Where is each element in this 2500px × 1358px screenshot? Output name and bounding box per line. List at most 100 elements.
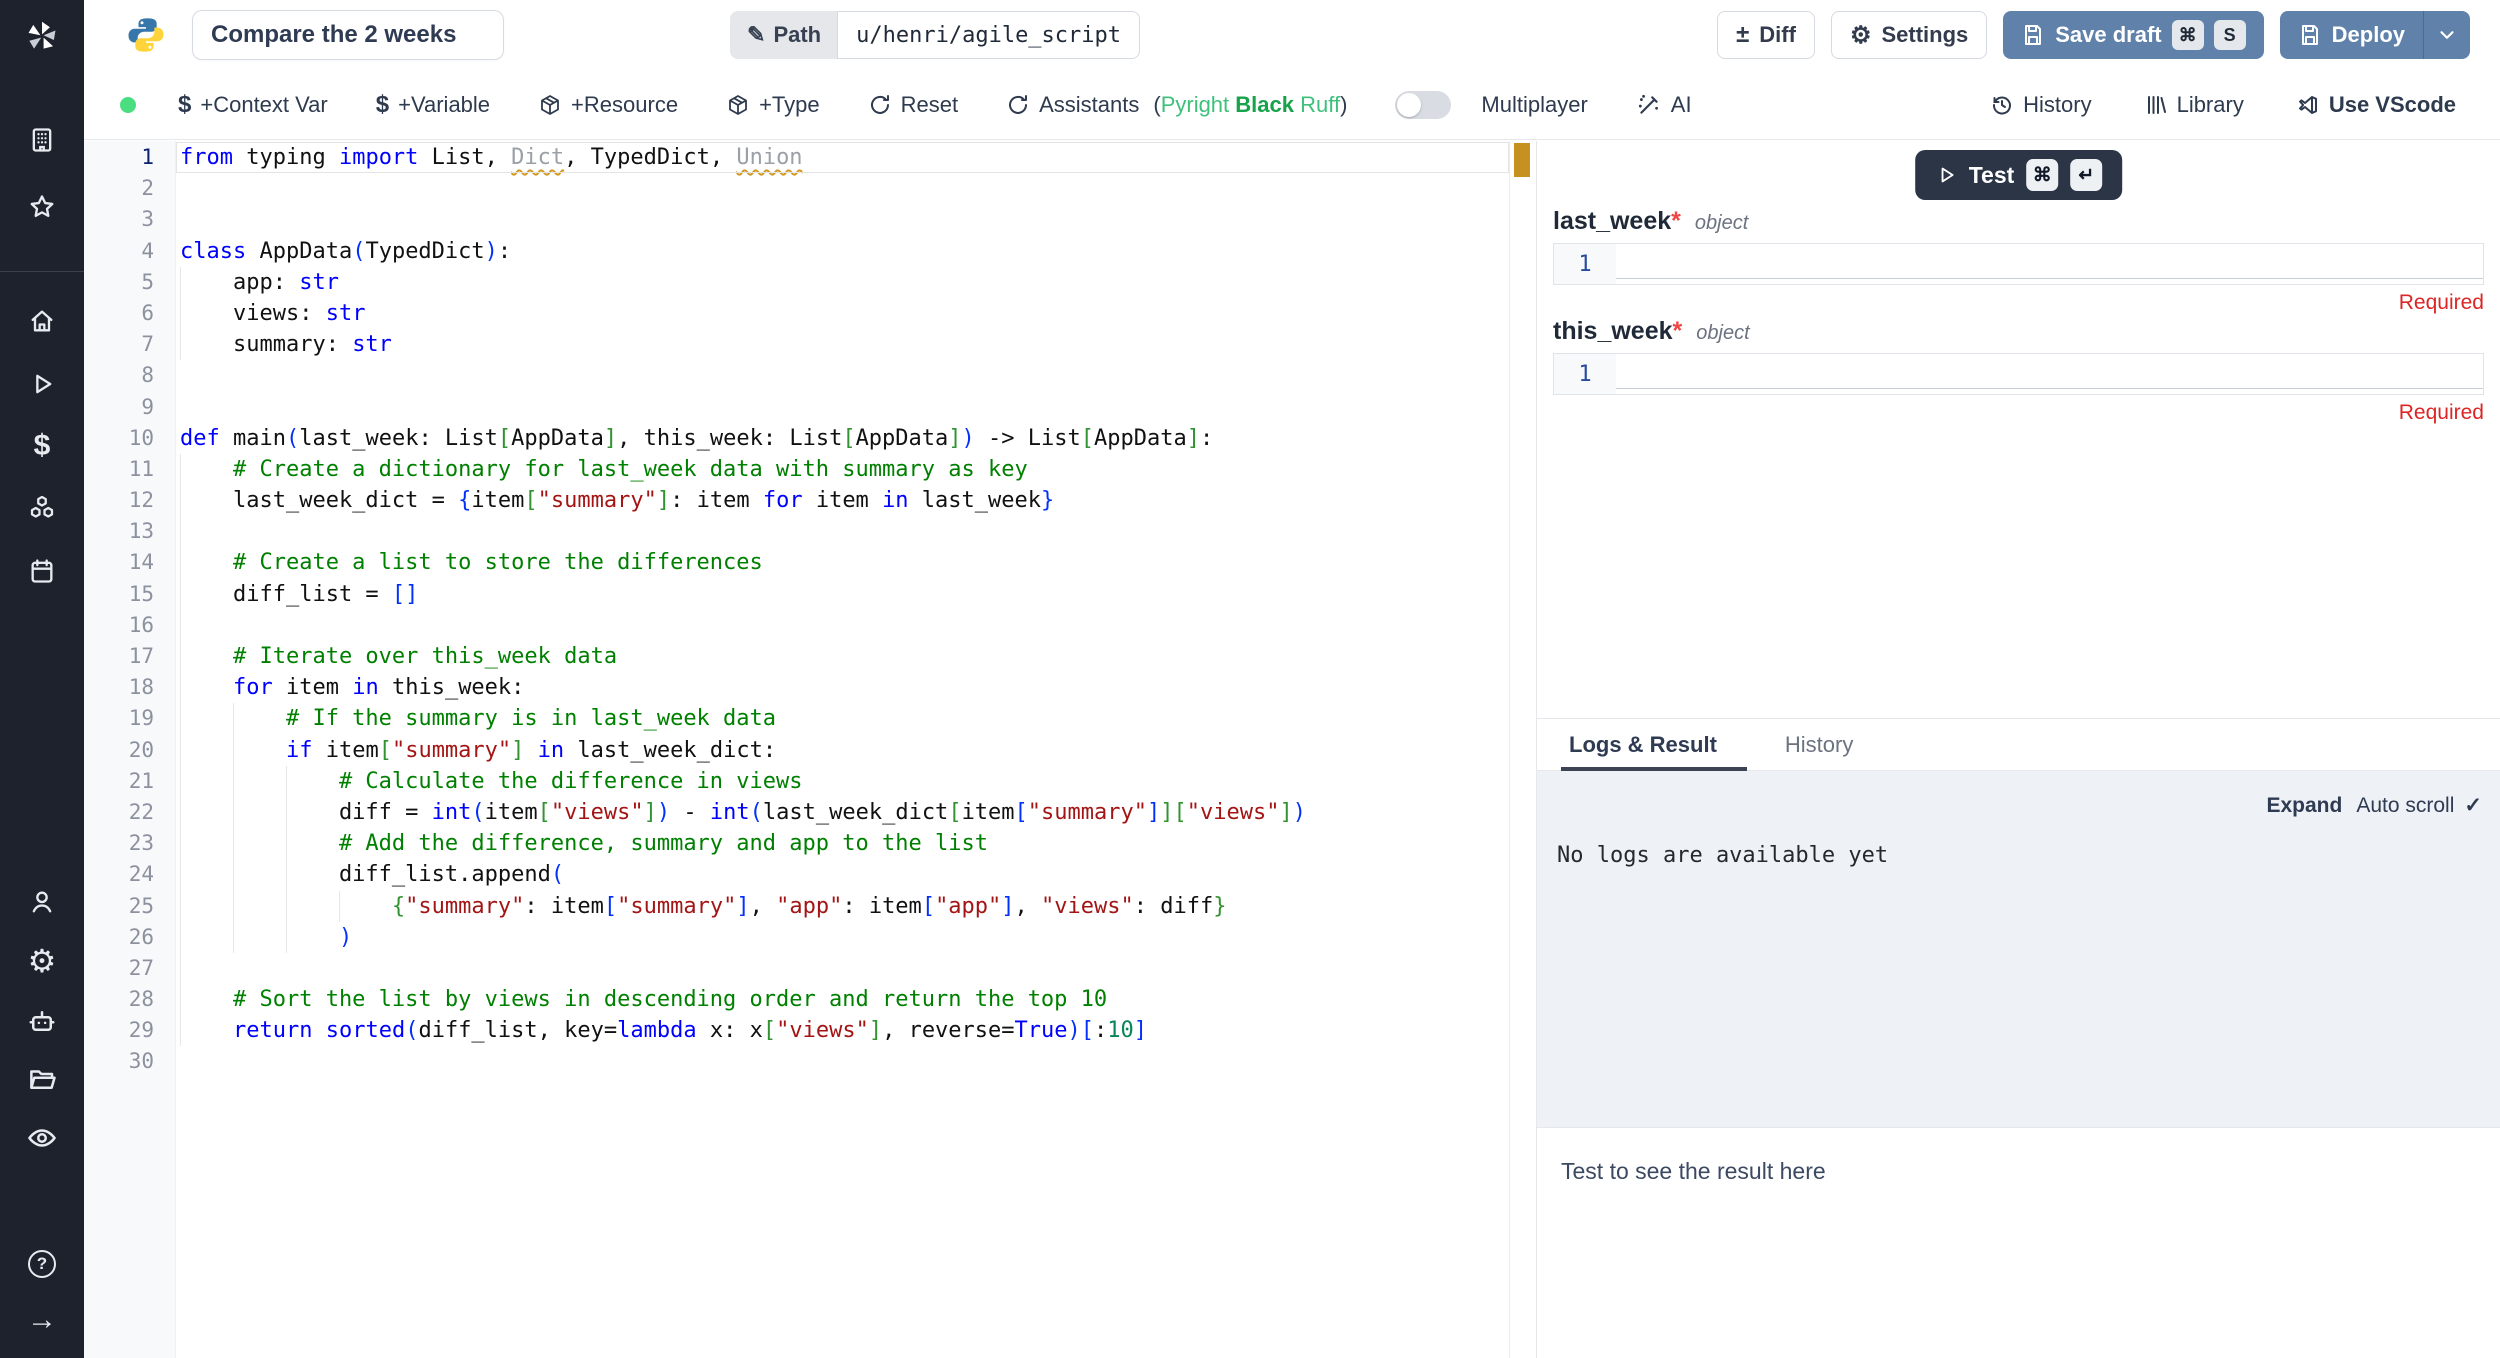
- line-number: 6: [84, 298, 176, 329]
- use-vscode-button[interactable]: Use VScode: [2296, 92, 2456, 118]
- sidebar-item-runs[interactable]: [28, 370, 56, 398]
- sidebar-item-folders[interactable]: [27, 1064, 57, 1094]
- line-number: 9: [84, 392, 176, 423]
- code-line[interactable]: 22 diff = int(item["views"]) - int(last_…: [84, 797, 1509, 828]
- code-line[interactable]: 23 # Add the difference, summary and app…: [84, 828, 1509, 859]
- sidebar-item-users[interactable]: [28, 888, 56, 916]
- sidebar-item-schedules[interactable]: [28, 557, 56, 585]
- history-button[interactable]: History: [1990, 92, 2091, 118]
- code-line[interactable]: 3: [84, 204, 1509, 235]
- line-number: 26: [84, 922, 176, 953]
- magic-wand-icon: [1636, 92, 1662, 118]
- sidebar-collapse-button[interactable]: →: [27, 1303, 57, 1337]
- code-text: app: str: [176, 267, 1509, 298]
- code-text: [176, 953, 1509, 984]
- sidebar-item-variables[interactable]: $: [34, 429, 51, 463]
- line-number: 4: [84, 236, 176, 267]
- line-number: 19: [84, 703, 176, 734]
- deploy-button[interactable]: Deploy: [2280, 11, 2470, 59]
- line-number: 8: [84, 360, 176, 391]
- arg-input-this-week[interactable]: 1: [1553, 353, 2484, 395]
- code-line[interactable]: 9: [84, 392, 1509, 423]
- diff-button[interactable]: ± Diff: [1717, 11, 1815, 59]
- code-line[interactable]: 4class AppData(TypedDict):: [84, 236, 1509, 267]
- sidebar-item-audit-logs[interactable]: [27, 1123, 57, 1153]
- code-line[interactable]: 19 # If the summary is in last_week data: [84, 703, 1509, 734]
- sidebar-divider: [0, 271, 84, 272]
- python-logo-icon: [126, 15, 166, 55]
- line-number: 18: [84, 672, 176, 703]
- save-draft-button[interactable]: Save draft ⌘ S: [2003, 11, 2263, 59]
- add-resource-button[interactable]: +Resource: [538, 92, 678, 118]
- code-line[interactable]: 11 # Create a dictionary for last_week d…: [84, 454, 1509, 485]
- editor-overview-ruler[interactable]: [1509, 141, 1536, 1358]
- edit-path-button[interactable]: ✎ Path: [730, 11, 837, 59]
- code-text: class AppData(TypedDict):: [176, 236, 1509, 267]
- code-line[interactable]: 1from typing import List, Dict, TypedDic…: [84, 142, 1509, 173]
- tab-history[interactable]: History: [1781, 719, 1857, 770]
- test-button[interactable]: Test ⌘ ↵: [1915, 150, 2123, 200]
- multiplayer-toggle[interactable]: [1395, 91, 1451, 119]
- library-button[interactable]: Library: [2144, 92, 2244, 118]
- code-line[interactable]: 30: [84, 1046, 1509, 1077]
- code-line[interactable]: 6 views: str: [84, 298, 1509, 329]
- code-line[interactable]: 18 for item in this_week:: [84, 672, 1509, 703]
- ai-button[interactable]: AI: [1636, 92, 1692, 118]
- code-line[interactable]: 12 last_week_dict = {item["summary"]: it…: [84, 485, 1509, 516]
- sidebar-item-favorites[interactable]: [28, 193, 56, 221]
- code-line[interactable]: 2: [84, 173, 1509, 204]
- code-line[interactable]: 25 {"summary": item["summary"], "app": i…: [84, 891, 1509, 922]
- code-text: [176, 204, 1509, 235]
- code-line[interactable]: 29 return sorted(diff_list, key=lambda x…: [84, 1015, 1509, 1046]
- assistants-button[interactable]: Assistants: [1006, 92, 1139, 118]
- code-line[interactable]: 15 diff_list = []: [84, 579, 1509, 610]
- sidebar-item-workspace[interactable]: [28, 126, 56, 154]
- add-context-var-button[interactable]: $ +Context Var: [178, 91, 328, 119]
- arg-input-field[interactable]: [1616, 354, 2483, 394]
- code-line[interactable]: 10def main(last_week: List[AppData], thi…: [84, 423, 1509, 454]
- code-line[interactable]: 21 # Calculate the difference in views: [84, 766, 1509, 797]
- line-number: 2: [84, 173, 176, 204]
- arg-input-field[interactable]: [1616, 244, 2483, 284]
- settings-button[interactable]: ⚙ Settings: [1831, 11, 1987, 59]
- line-number: 30: [84, 1046, 176, 1077]
- sidebar-item-settings[interactable]: ⚙: [28, 942, 57, 980]
- code-text: # Calculate the difference in views: [176, 766, 1509, 797]
- line-number: 17: [84, 641, 176, 672]
- chevron-down-icon[interactable]: [2436, 24, 2458, 46]
- path-value[interactable]: u/henri/agile_script: [837, 11, 1140, 59]
- arg-label-last-week: last_week*object: [1553, 207, 1748, 236]
- add-variable-button[interactable]: $ +Variable: [376, 91, 490, 119]
- code-line[interactable]: 14 # Create a list to store the differen…: [84, 547, 1509, 578]
- tab-logs-result[interactable]: Logs & Result: [1565, 719, 1721, 770]
- script-title-input[interactable]: Compare the 2 weeks: [192, 10, 504, 60]
- code-line[interactable]: 17 # Iterate over this_week data: [84, 641, 1509, 672]
- gear-icon: ⚙: [1850, 21, 1872, 50]
- code-text: return sorted(diff_list, key=lambda x: x…: [176, 1015, 1509, 1046]
- autoscroll-toggle[interactable]: Auto scroll ✓: [2356, 793, 2482, 818]
- code-line[interactable]: 8: [84, 360, 1509, 391]
- code-line[interactable]: 26 ): [84, 922, 1509, 953]
- code-line[interactable]: 13: [84, 516, 1509, 547]
- code-line[interactable]: 24 diff_list.append(: [84, 859, 1509, 890]
- expand-button[interactable]: Expand: [2266, 794, 2342, 818]
- enter-key-badge: ↵: [2070, 159, 2102, 191]
- arg-input-last-week[interactable]: 1: [1553, 243, 2484, 285]
- sidebar-item-resources[interactable]: [27, 493, 57, 523]
- reset-button[interactable]: Reset: [868, 92, 958, 118]
- add-type-button[interactable]: +Type: [726, 92, 820, 118]
- sidebar-item-workers[interactable]: [27, 1006, 57, 1036]
- sidebar-item-home[interactable]: [28, 307, 56, 335]
- windmill-logo-icon[interactable]: [23, 17, 61, 55]
- code-line[interactable]: 16: [84, 610, 1509, 641]
- sidebar-item-help[interactable]: ?: [28, 1250, 56, 1278]
- code-line[interactable]: 28 # Sort the list by views in descendin…: [84, 984, 1509, 1015]
- code-line[interactable]: 5 app: str: [84, 267, 1509, 298]
- arg-label-this-week: this_week*object: [1553, 317, 1750, 346]
- code-line[interactable]: 20 if item["summary"] in last_week_dict:: [84, 735, 1509, 766]
- code-editor[interactable]: 1from typing import List, Dict, TypedDic…: [84, 141, 1509, 1358]
- code-line[interactable]: 27: [84, 953, 1509, 984]
- code-line[interactable]: 7 summary: str: [84, 329, 1509, 360]
- line-number: 13: [84, 516, 176, 547]
- result-area: Test to see the result here: [1537, 1127, 2500, 1358]
